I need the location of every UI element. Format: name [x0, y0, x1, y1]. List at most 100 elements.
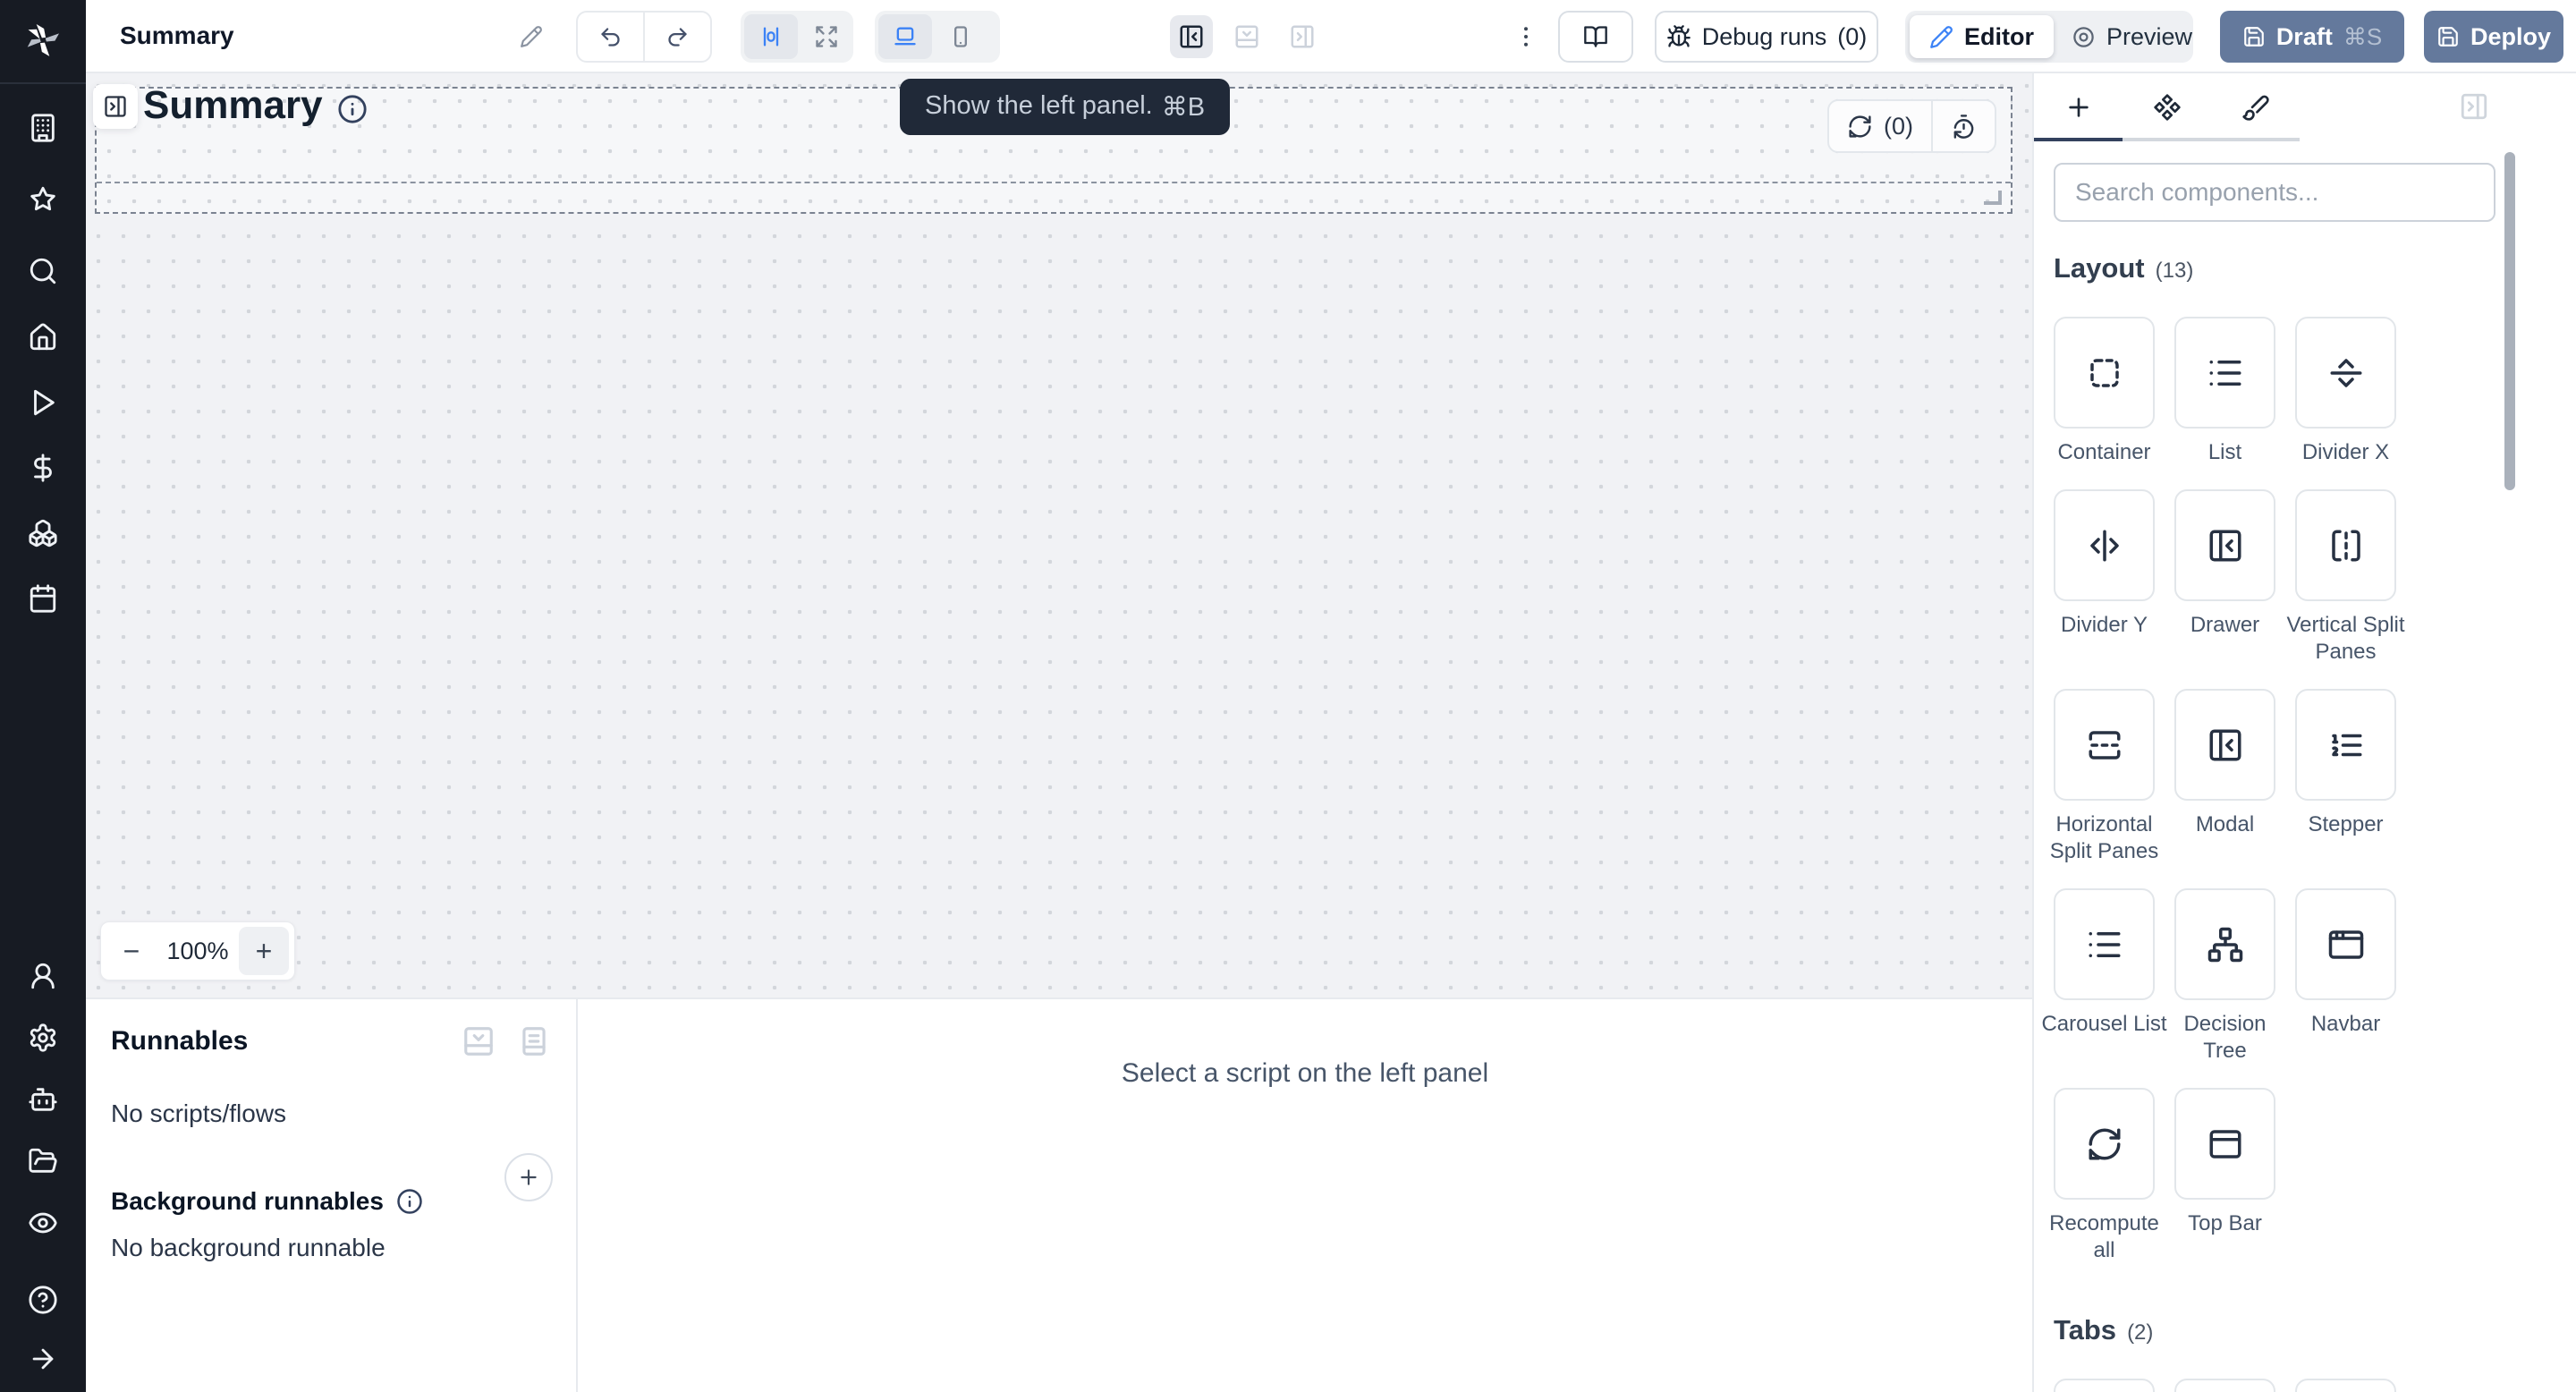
component-card-divider-y[interactable]: [2054, 489, 2155, 601]
component-label: Vertical Split Panes: [2281, 612, 2411, 666]
fullscreen-canvas-button[interactable]: [800, 14, 853, 59]
collapse-panel-icon[interactable]: [462, 1024, 496, 1058]
component-card-container[interactable]: [2054, 317, 2155, 429]
component-card-top-bar[interactable]: [2174, 1088, 2275, 1200]
collapse-right-panel-icon[interactable]: [2459, 91, 2489, 122]
component-label: Top Bar: [2160, 1210, 2290, 1237]
drawer-icon: [2207, 527, 2244, 564]
bug-icon: [1666, 24, 1691, 49]
dock-panel-icon[interactable]: [517, 1024, 551, 1058]
component-cell-cutoff: [2174, 1379, 2275, 1392]
runnables-panel: Runnables No scripts/flows Background ru…: [86, 999, 578, 1392]
sidebar-item-variables[interactable]: [0, 447, 86, 488]
component-card-recompute-all[interactable]: [2054, 1088, 2155, 1200]
section-heading-layout: Layout(13): [2054, 252, 2488, 284]
component-card-drawer[interactable]: [2174, 489, 2275, 601]
section-count: (2): [2127, 1320, 2153, 1345]
sidebar-item-workspace[interactable]: [0, 107, 86, 149]
component-grid: ContainerListDivider XDivider YDrawerVer…: [2054, 317, 2488, 1287]
search-components-input[interactable]: [2054, 163, 2496, 222]
debug-runs-button[interactable]: Debug runs (0): [1655, 11, 1878, 63]
refresh-icon: [1847, 114, 1873, 140]
component-card-divider-x[interactable]: [2295, 317, 2396, 429]
zoom-in-button[interactable]: +: [239, 927, 289, 975]
editor-tab[interactable]: Editor: [1910, 15, 2054, 58]
preview-tab[interactable]: Preview: [2054, 15, 2210, 58]
sidebar-item-audit-logs[interactable]: [0, 1202, 86, 1243]
history-button[interactable]: [1931, 101, 1995, 151]
center-canvas-button[interactable]: [744, 14, 798, 59]
deploy-button[interactable]: Deploy: [2424, 11, 2563, 63]
sidebar-item-schedules[interactable]: [0, 578, 86, 619]
zoom-out-button[interactable]: −: [106, 927, 157, 975]
component-cell-list: List: [2174, 317, 2275, 466]
sidebar-item-search[interactable]: [0, 250, 86, 292]
component-cell-cutoff: [2295, 1379, 2396, 1392]
recompute-button[interactable]: (0): [1829, 101, 1931, 151]
app-canvas[interactable]: Summary (0) − 100% +: [86, 73, 2032, 997]
sidebar-item-user[interactable]: [0, 955, 86, 997]
sidebar-item-workers[interactable]: [0, 1079, 86, 1120]
toggle-left-panel-button[interactable]: [1170, 15, 1213, 58]
component-cell-vertical-split-panes: Vertical Split Panes: [2295, 489, 2396, 666]
sidebar-item-resources[interactable]: [0, 513, 86, 554]
docs-button[interactable]: [1558, 11, 1633, 63]
tab-component-settings[interactable]: [2123, 73, 2211, 141]
component-cell-drawer: Drawer: [2174, 489, 2275, 639]
editor-label: Editor: [1964, 23, 2034, 51]
add-background-runnable-button[interactable]: [504, 1153, 553, 1201]
component-card-list[interactable]: [2174, 317, 2275, 429]
bot-icon: [28, 1084, 58, 1115]
component-card-carousel-list[interactable]: [2054, 888, 2155, 1000]
sidebar-item-home[interactable]: [0, 317, 86, 358]
sidebar-item-settings[interactable]: [0, 1017, 86, 1058]
component-label: Drawer: [2160, 612, 2290, 639]
search-icon: [28, 256, 58, 286]
component-heading: Summary: [143, 87, 323, 130]
show-left-panel-button[interactable]: [93, 84, 138, 129]
draft-label: Draft: [2276, 23, 2333, 51]
component-card-modal[interactable]: [2174, 689, 2275, 801]
edit-title-button[interactable]: [513, 19, 549, 55]
kebab-menu-icon: [1513, 23, 1539, 50]
tab-theme[interactable]: [2211, 73, 2300, 141]
component-card-horizontal-split-panes[interactable]: [2054, 689, 2155, 801]
component-label: Recompute all: [2039, 1210, 2169, 1264]
redo-icon: [665, 25, 690, 49]
scrollbar-thumb[interactable]: [2504, 152, 2515, 490]
star-icon: [28, 184, 58, 215]
sidebar-item-runs[interactable]: [0, 382, 86, 423]
toggle-bottom-panel-button[interactable]: [1225, 15, 1268, 58]
building-icon: [28, 113, 58, 143]
toggle-right-panel-button[interactable]: [1281, 15, 1324, 58]
draft-shortcut: ⌘S: [2343, 23, 2382, 51]
more-menu-button[interactable]: [1506, 17, 1546, 56]
no-scripts-text: No scripts/flows: [111, 1099, 551, 1128]
sidebar-item-favorites[interactable]: [0, 179, 86, 220]
save-icon: [2242, 25, 2266, 48]
canvas-tools-group: [741, 11, 853, 63]
sidebar-item-folders[interactable]: [0, 1141, 86, 1182]
sidebar-item-expand-sidebar[interactable]: [0, 1338, 86, 1379]
resize-handle[interactable]: [1984, 191, 2002, 205]
redo-button[interactable]: [643, 13, 710, 61]
preview-label: Preview: [2106, 23, 2192, 51]
component-card-decision-tree[interactable]: [2174, 888, 2275, 1000]
save-draft-button[interactable]: Draft ⌘S: [2220, 11, 2404, 63]
mobile-breakpoint-button[interactable]: [934, 14, 987, 59]
desktop-breakpoint-button[interactable]: [878, 14, 932, 59]
component-card-stepper[interactable]: [2295, 689, 2396, 801]
component-cell-divider-y: Divider Y: [2054, 489, 2155, 639]
component-card-cutoff[interactable]: [2054, 1379, 2155, 1392]
component-card-cutoff[interactable]: [2295, 1379, 2396, 1392]
component-card-vertical-split-panes[interactable]: [2295, 489, 2396, 601]
tab-insert-component[interactable]: [2034, 73, 2123, 141]
arrow-right-icon: [28, 1344, 58, 1374]
component-cell-carousel-list: Carousel List: [2054, 888, 2155, 1038]
component-card-cutoff[interactable]: [2174, 1379, 2275, 1392]
sidebar-item-help[interactable]: [0, 1279, 86, 1320]
background-runnables-title: Background runnables: [111, 1187, 384, 1216]
container-icon: [2086, 354, 2123, 392]
undo-button[interactable]: [578, 13, 643, 61]
component-card-navbar[interactable]: [2295, 888, 2396, 1000]
